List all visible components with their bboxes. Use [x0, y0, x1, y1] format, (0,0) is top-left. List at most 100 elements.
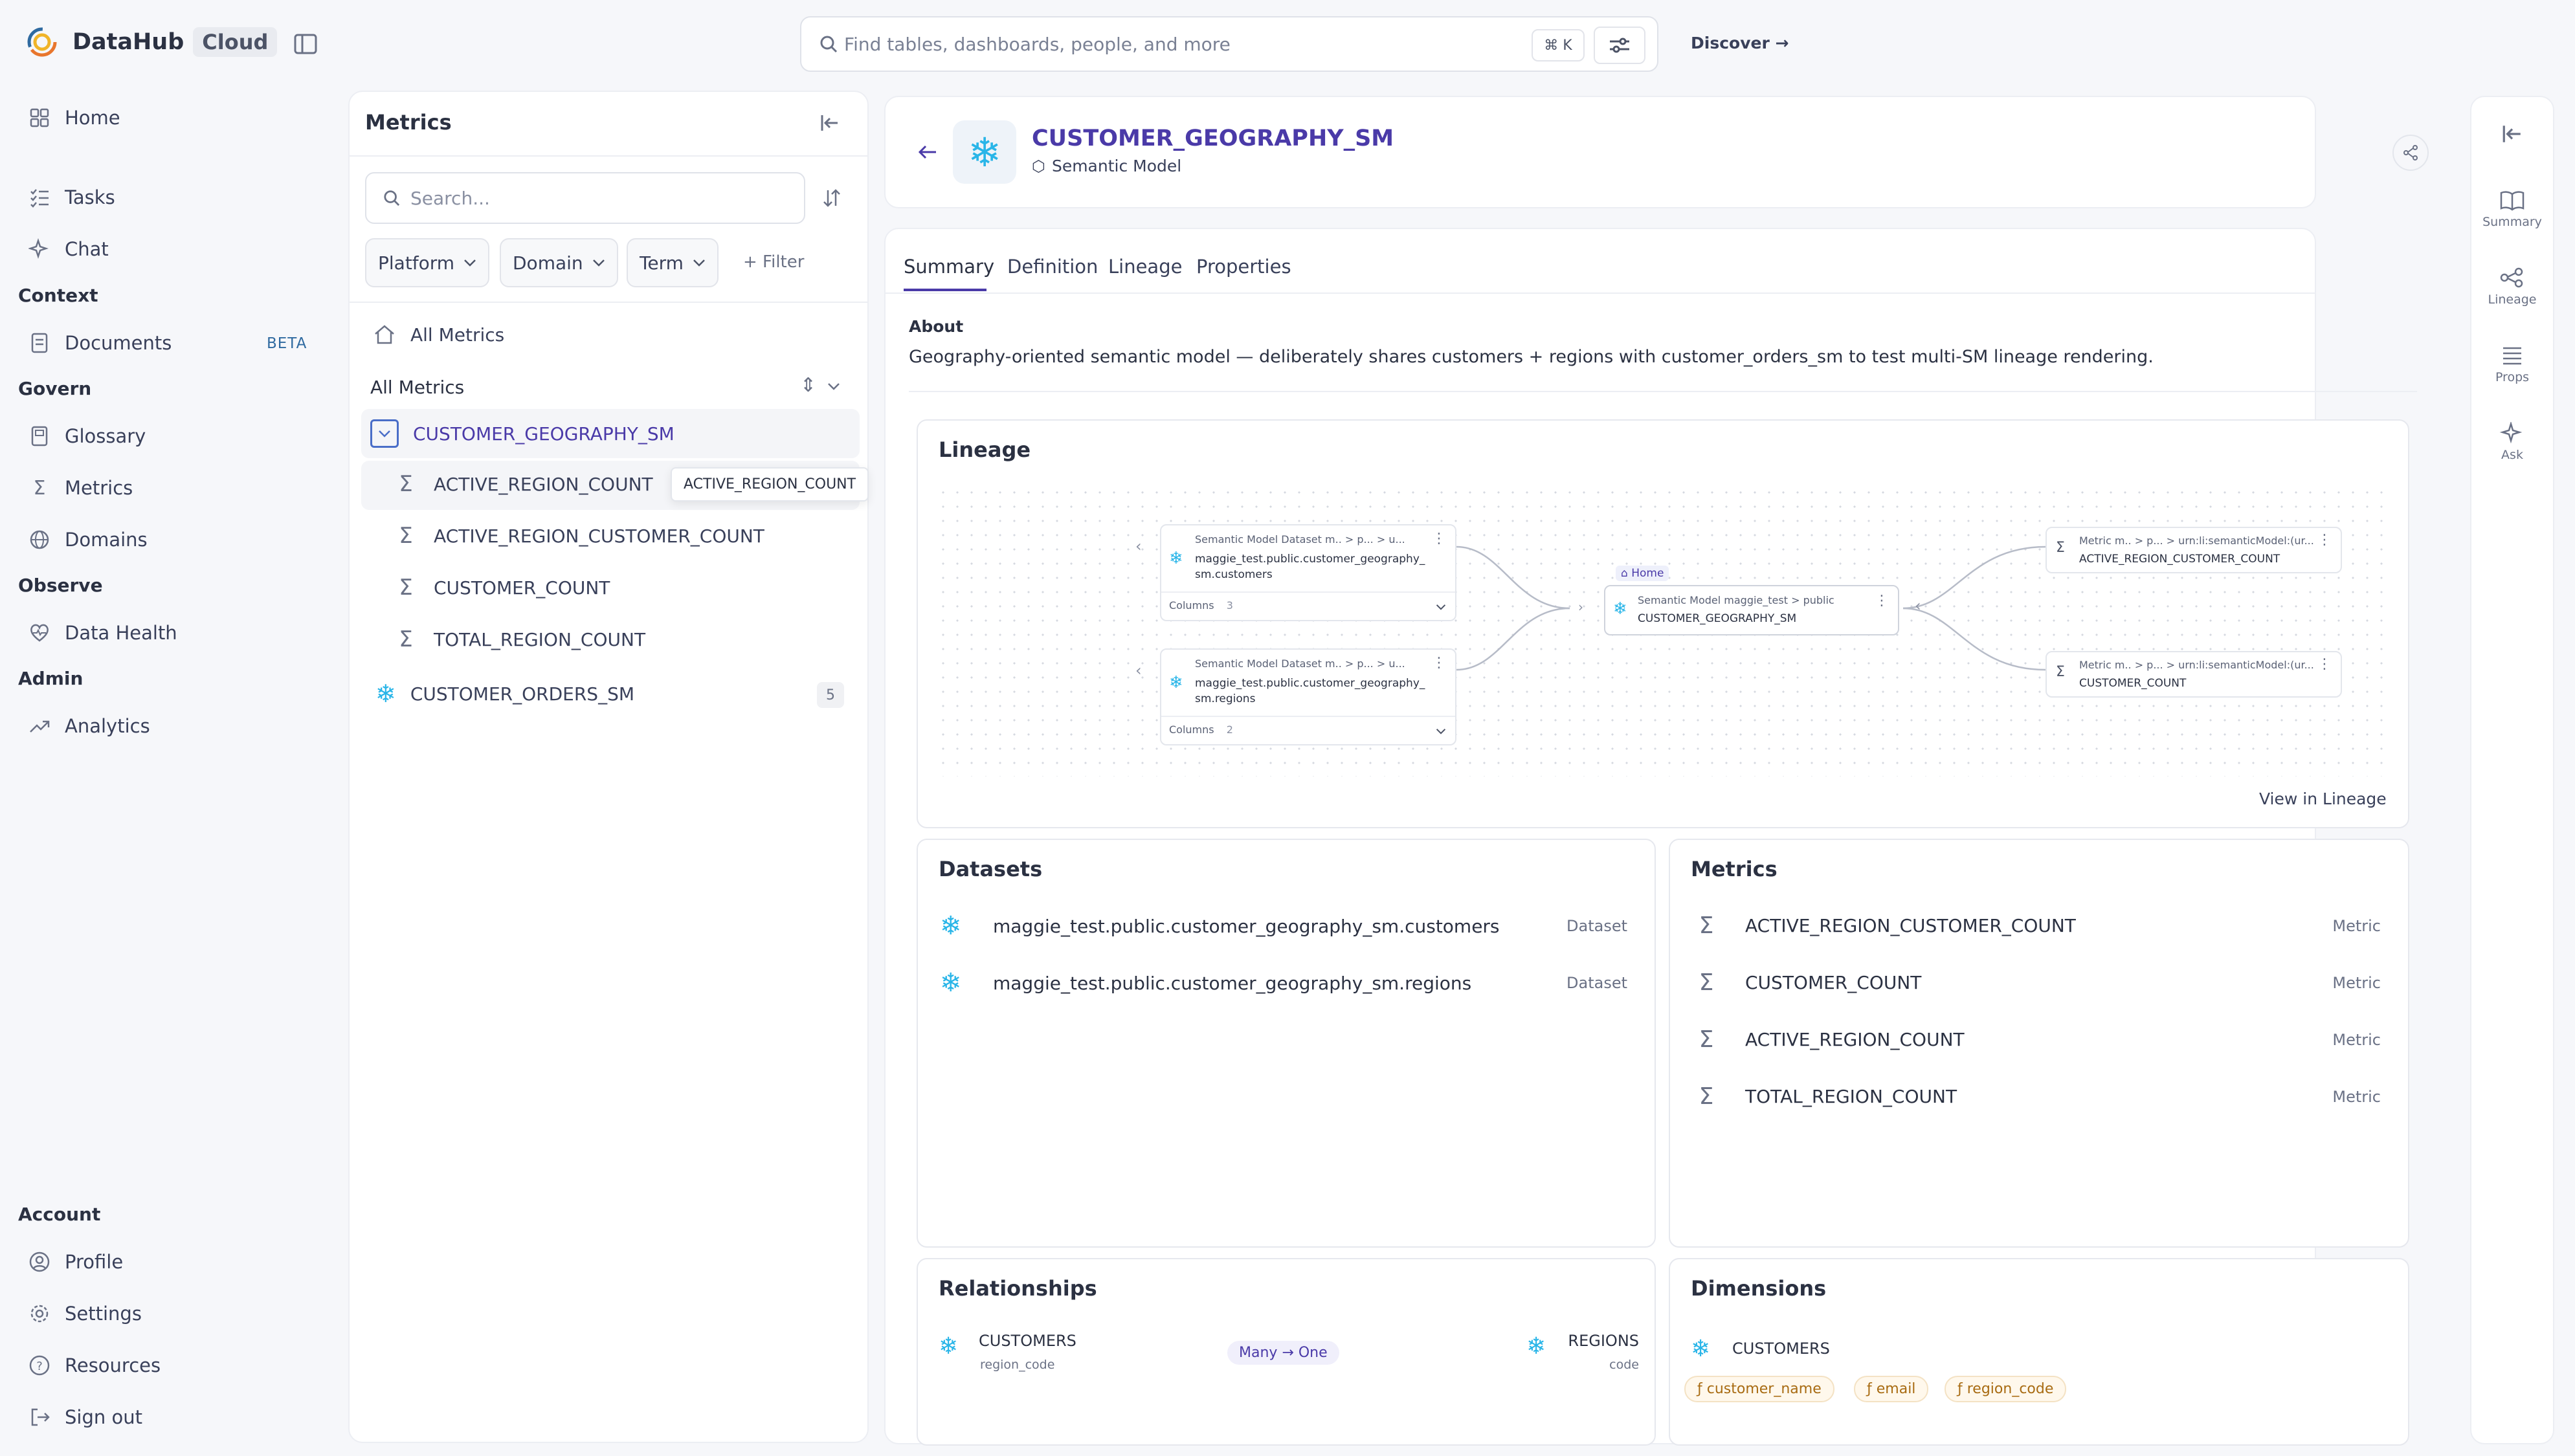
trend-up-icon [30, 720, 50, 733]
tab-summary[interactable]: Summary [904, 256, 994, 278]
filter-domain[interactable]: Domain [500, 238, 618, 287]
expand-all-icon[interactable]: ⇕ [800, 374, 816, 397]
more-vertical-icon[interactable]: ⋮ [2317, 656, 2332, 672]
nav-sign-out[interactable]: Sign out [28, 1398, 142, 1437]
right-tab-props[interactable]: Props [2471, 344, 2553, 384]
filter-platform[interactable]: Platform [365, 238, 490, 287]
more-vertical-icon[interactable]: ⋮ [1875, 593, 1889, 609]
search-filter-button[interactable] [1594, 27, 1645, 64]
lineage-node-center[interactable]: ❄ Semantic Model maggie_test > public CU… [1604, 585, 1899, 635]
expand-toggle[interactable] [370, 419, 399, 448]
nav-documents[interactable]: Documents [28, 324, 172, 362]
nav-metrics[interactable]: Σ Metrics [28, 469, 133, 507]
more-vertical-icon[interactable]: ⋮ [1432, 531, 1446, 547]
relationship-right-entity[interactable]: REGIONS [1565, 1332, 1639, 1350]
share-button[interactable] [2392, 135, 2429, 171]
lineage-node-downstream[interactable]: Σ Metric m.. > p... > urn:li:semanticMod… [2046, 527, 2342, 573]
lineage-node-downstream[interactable]: Σ Metric m.. > p... > urn:li:semanticMod… [2046, 651, 2342, 698]
relationship-left-entity[interactable]: CUSTOMERS [979, 1332, 1076, 1350]
expand-upstream-icon[interactable]: ‹ [1135, 661, 1142, 679]
node-name: ACTIVE_REGION_CUSTOMER_COUNT [2079, 553, 2280, 566]
dimension-field-label: region_code [1967, 1381, 2054, 1397]
right-tab-lineage[interactable]: Lineage [2471, 267, 2553, 307]
more-vertical-icon[interactable]: ⋮ [1432, 655, 1446, 671]
nav-domains[interactable]: Domains [28, 520, 148, 559]
collapse-panel-icon[interactable] [819, 113, 840, 133]
add-filter-button[interactable]: + Filter [743, 252, 804, 272]
chevron-down-icon[interactable] [1436, 603, 1446, 611]
discover-link[interactable]: Discover → [1691, 34, 1789, 52]
right-tab-ask[interactable]: Ask [2471, 422, 2553, 462]
expand-upstream-icon[interactable]: › [1578, 599, 1583, 615]
dimension-field[interactable]: ƒ region_code [1945, 1376, 2067, 1402]
nav-settings[interactable]: Settings [28, 1294, 142, 1333]
node-path: maggie_test > public [1724, 594, 1834, 606]
expand-downstream-icon[interactable]: ‹ [1915, 597, 1921, 615]
chevron-down-icon[interactable] [827, 382, 840, 391]
all-metrics-header: All Metrics [370, 377, 465, 398]
datasets-card [917, 839, 1656, 1248]
tree-item-metric[interactable]: Σ ACTIVE_REGION_CUSTOMER_COUNT [395, 523, 764, 549]
datahub-logo-icon [27, 27, 57, 57]
nav-profile[interactable]: Profile [28, 1242, 123, 1281]
nav-glossary[interactable]: Glossary [28, 417, 146, 456]
view-in-lineage-link[interactable]: View in Lineage [2259, 789, 2387, 808]
tab-lineage[interactable]: Lineage [1108, 256, 1182, 278]
tree-item-label: ACTIVE_REGION_CUSTOMER_COUNT [434, 525, 764, 547]
sigma-icon: Σ [1699, 1026, 1714, 1053]
nav-chat[interactable]: Chat [28, 230, 109, 269]
nav-analytics[interactable]: Analytics [28, 707, 150, 745]
metric-name: CUSTOMER_COUNT [1745, 972, 1922, 993]
tree-item-metric[interactable]: Σ ACTIVE_REGION_COUNT [395, 471, 652, 497]
nav-home[interactable]: Home [28, 98, 120, 137]
node-path: m.. > p... > urn:li:semanticModel:(ur... [2114, 535, 2314, 547]
metric-type: Metric [2332, 1030, 2381, 1049]
chevron-down-icon[interactable] [1436, 727, 1446, 735]
columns-label: Columns [1169, 599, 1214, 612]
tab-definition[interactable]: Definition [1007, 256, 1098, 278]
nav-tasks[interactable]: Tasks [28, 178, 115, 217]
cube-icon: ⬡ [1032, 157, 1045, 175]
sigma-icon: Σ [399, 626, 413, 652]
global-search[interactable]: Find tables, dashboards, people, and mor… [800, 16, 1658, 72]
browser-search-input[interactable]: Search... [365, 172, 805, 224]
expand-upstream-icon[interactable]: ‹ [1135, 537, 1142, 555]
dimension-field[interactable]: ƒ customer_name [1684, 1376, 1834, 1402]
dimension-field[interactable]: ƒ email [1854, 1376, 1929, 1402]
tab-properties[interactable]: Properties [1196, 256, 1291, 278]
node-path: m.. > p... > u... [1325, 533, 1405, 546]
sidebar-toggle-icon[interactable] [294, 34, 317, 54]
tree-item-customer-geography-sm[interactable]: CUSTOMER_GEOGRAPHY_SM [370, 419, 674, 448]
nav-data-health[interactable]: Data Health [28, 613, 177, 652]
lineage-node-upstream[interactable]: Semantic Model Dataset m.. > p... > u...… [1160, 648, 1456, 745]
nav-profile-label: Profile [65, 1251, 124, 1273]
collapse-sidebar-icon[interactable] [2501, 123, 2523, 145]
sort-icon[interactable] [822, 188, 842, 208]
app-logo[interactable]: DataHub Cloud [26, 26, 278, 58]
node-type: Metric [2079, 659, 2112, 671]
right-tab-label: Props [2495, 370, 2530, 384]
beta-badge: BETA [267, 335, 307, 352]
back-arrow-icon[interactable] [917, 141, 939, 163]
lineage-node-upstream[interactable]: Semantic Model Dataset m.. > p... > u...… [1160, 524, 1456, 621]
dimension-field-label: customer_name [1706, 1381, 1822, 1397]
right-tab-summary[interactable]: Summary [2471, 189, 2553, 229]
dataset-row[interactable]: ❄ maggie_test.public.customer_geography_s… [940, 968, 1627, 998]
metric-row[interactable]: Σ ACTIVE_REGION_COUNT Metric [1692, 1026, 2381, 1053]
nav-resources[interactable]: ? Resources [28, 1346, 161, 1385]
filter-term[interactable]: Term [627, 238, 719, 287]
tree-item-metric[interactable]: Σ CUSTOMER_COUNT [395, 575, 610, 601]
sigma-icon: Σ [33, 477, 46, 500]
dimension-entity[interactable]: CUSTOMERS [1732, 1340, 1830, 1358]
dataset-row[interactable]: ❄ maggie_test.public.customer_geography_s… [940, 911, 1627, 941]
metric-row[interactable]: Σ CUSTOMER_COUNT Metric [1692, 969, 2381, 996]
metric-row[interactable]: Σ ACTIVE_REGION_CUSTOMER_COUNT Metric [1692, 912, 2381, 939]
metric-row[interactable]: Σ TOTAL_REGION_COUNT Metric [1692, 1083, 2381, 1110]
tree-item-metric[interactable]: Σ TOTAL_REGION_COUNT [395, 626, 645, 652]
tree-item-customer-orders-sm[interactable]: ❄ CUSTOMER_ORDERS_SM [375, 679, 634, 708]
metric-type: Metric [2332, 1087, 2381, 1106]
nav-section-account: Account [18, 1204, 101, 1225]
all-metrics-link[interactable]: All Metrics [373, 324, 504, 346]
datasets-title: Datasets [939, 857, 1043, 881]
more-vertical-icon[interactable]: ⋮ [2317, 532, 2332, 548]
